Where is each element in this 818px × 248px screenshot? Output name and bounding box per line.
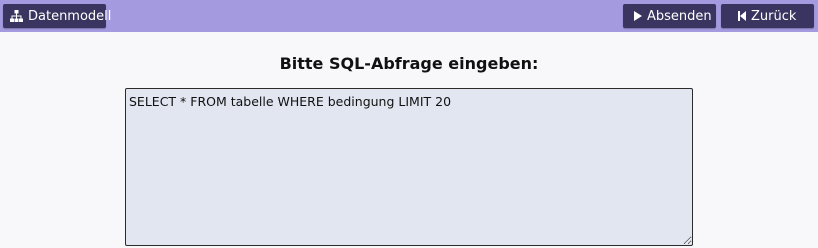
sitemap-icon — [10, 10, 23, 22]
zurueck-label: Zurück — [751, 8, 797, 24]
absenden-button[interactable]: Absenden — [623, 4, 716, 28]
skip-back-icon — [738, 11, 746, 21]
sql-query-input[interactable]: SELECT * FROM tabelle WHERE bedingung LI… — [125, 88, 693, 246]
play-icon — [634, 11, 642, 21]
zurueck-button[interactable]: Zurück — [721, 4, 814, 28]
datenmodell-label: Datenmodell — [28, 8, 112, 24]
datenmodell-button[interactable]: Datenmodell — [3, 4, 111, 28]
page-title: Bitte SQL-Abfrage eingeben: — [279, 54, 539, 73]
absenden-label: Absenden — [647, 8, 712, 24]
top-toolbar: Datenmodell Absenden Zurück — [0, 0, 818, 32]
